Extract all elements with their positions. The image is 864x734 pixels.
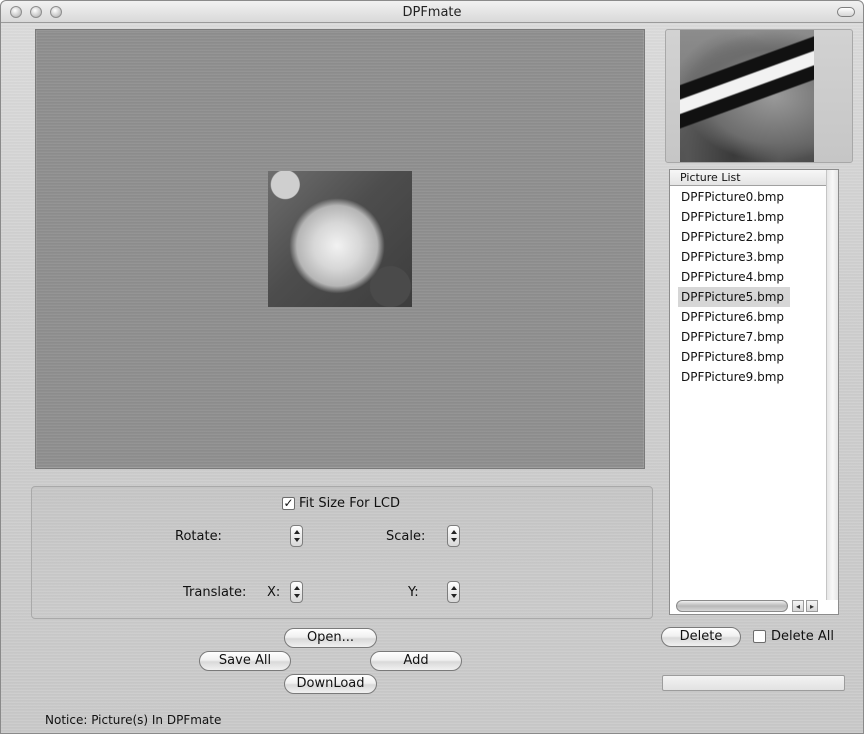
rotate-label: Rotate: [175,529,222,544]
picture-list-item[interactable]: DPFPicture9.bmp [678,367,828,387]
horizontal-scrollbar[interactable]: ◂ ▸ [676,600,826,612]
window-title: DPFmate [402,5,462,20]
preview-image [268,171,412,307]
picture-list-item[interactable]: DPFPicture8.bmp [678,347,828,367]
translate-y-stepper[interactable] [447,581,460,603]
picture-list-item[interactable]: DPFPicture1.bmp [678,207,828,227]
scroll-right-icon[interactable]: ▸ [806,600,818,612]
open-button[interactable]: Open... [284,628,377,648]
picture-list-item[interactable]: DPFPicture2.bmp [678,227,828,247]
delete-button[interactable]: Delete [661,627,741,647]
toolbar-toggle-button[interactable] [837,7,855,17]
thumbnail-frame [665,29,853,163]
fit-size-checkbox-row[interactable]: ✓ Fit Size For LCD [282,496,400,511]
status-notice: Notice: Picture(s) In DPFmate [45,713,222,727]
scale-label: Scale: [386,529,426,544]
translate-x-stepper[interactable] [290,581,303,603]
picture-list-item[interactable]: DPFPicture6.bmp [678,307,828,327]
picture-list-item[interactable]: DPFPicture4.bmp [678,267,828,287]
download-button[interactable]: DownLoad [284,674,377,694]
scale-stepper[interactable] [447,525,460,547]
picture-list-item[interactable]: DPFPicture7.bmp [678,327,828,347]
picture-list-header[interactable]: Picture List [670,170,828,186]
scrollbar-thumb[interactable] [676,600,788,612]
picture-list-item[interactable]: DPFPicture5.bmp [678,287,790,307]
picture-list-item[interactable]: DPFPicture0.bmp [678,187,828,207]
rotate-stepper[interactable] [290,525,303,547]
thumbnail-image [680,30,814,162]
title-bar: DPFmate [1,1,863,23]
translate-x-label: X: [267,585,281,600]
scroll-left-icon[interactable]: ◂ [792,600,804,612]
save-all-button[interactable]: Save All [199,651,291,671]
image-preview-canvas[interactable] [35,29,645,469]
app-window: DPFmate Picture List DPFPicture0.bmp DPFP… [0,0,864,734]
fit-size-checkbox[interactable]: ✓ [282,497,295,510]
delete-all-checkbox-row[interactable]: Delete All [753,629,834,644]
delete-all-label: Delete All [771,629,834,644]
delete-all-checkbox[interactable] [753,630,766,643]
download-progress-bar [662,675,845,691]
transform-controls-panel: ✓ Fit Size For LCD Rotate: Scale: Transl… [31,486,653,619]
translate-label: Translate: [183,585,247,600]
fit-size-label: Fit Size For LCD [299,496,400,511]
picture-list[interactable]: Picture List DPFPicture0.bmp DPFPicture1.… [669,169,839,615]
translate-y-label: Y: [408,585,419,600]
add-button[interactable]: Add [370,651,462,671]
picture-list-item[interactable]: DPFPicture3.bmp [678,247,828,267]
picture-list-items: DPFPicture0.bmp DPFPicture1.bmp DPFPicture… [678,187,828,387]
